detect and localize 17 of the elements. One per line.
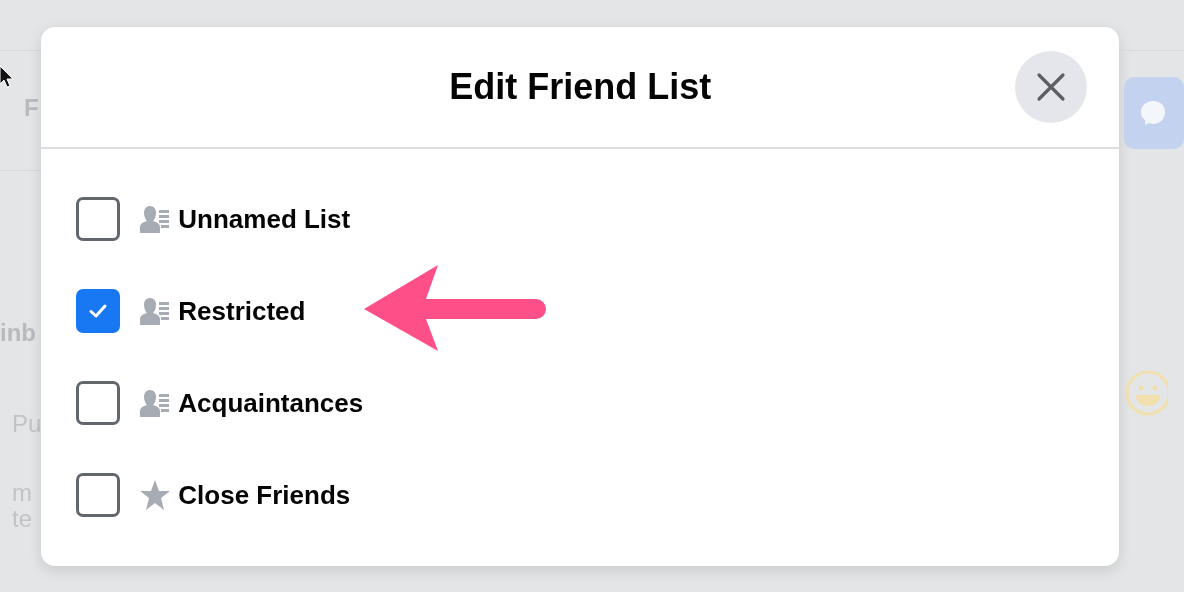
chat-bubble-icon — [1138, 98, 1168, 128]
list-label: Unnamed List — [178, 203, 351, 235]
smiley-icon — [1124, 369, 1168, 417]
checkbox[interactable] — [76, 381, 121, 425]
mouse-pointer-icon — [0, 66, 14, 88]
checkbox[interactable] — [76, 289, 121, 333]
checkbox[interactable] — [76, 473, 121, 517]
person-list-icon — [139, 204, 172, 234]
list-label: Acquaintances — [178, 387, 364, 419]
list-label: Close Friends — [178, 479, 351, 511]
person-list-icon — [139, 296, 172, 326]
dialog-title: Edit Friend List — [449, 66, 712, 108]
list-label: Restricted — [178, 295, 306, 327]
close-icon — [1036, 72, 1066, 102]
checkbox[interactable] — [76, 197, 121, 241]
star-icon — [139, 479, 172, 511]
person-list-icon — [139, 388, 172, 418]
